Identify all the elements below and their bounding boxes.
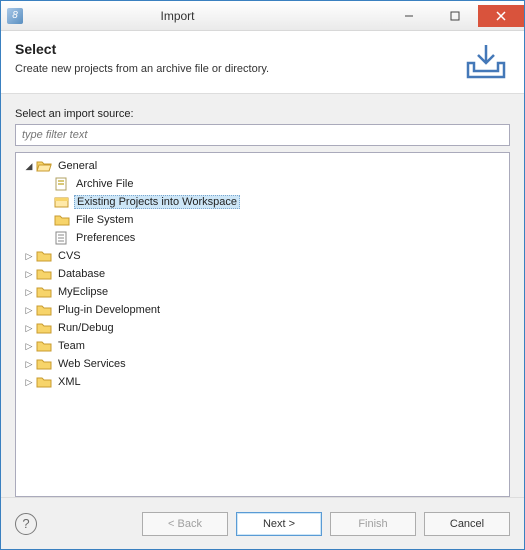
folder-icon <box>36 321 52 335</box>
tree-node-web-services[interactable]: ▷ Web Services <box>18 355 507 373</box>
tree-label: Archive File <box>74 178 135 190</box>
folder-icon <box>36 339 52 353</box>
import-wizard-window: 8 Import Select Create new projects from… <box>0 0 525 550</box>
tree-label: Database <box>56 268 107 280</box>
import-icon <box>458 41 510 81</box>
collapse-icon[interactable]: ◢ <box>22 161 36 172</box>
back-button[interactable]: < Back <box>142 512 228 536</box>
wizard-header-text: Select Create new projects from an archi… <box>15 41 450 75</box>
tree-label: Team <box>56 340 87 352</box>
wizard-heading: Select <box>15 41 450 57</box>
expand-icon[interactable]: ▷ <box>22 269 36 280</box>
tree-label: MyEclipse <box>56 286 110 298</box>
preferences-icon <box>54 231 70 245</box>
button-bar: ? < Back Next > Finish Cancel <box>1 497 524 549</box>
help-button[interactable]: ? <box>15 513 37 535</box>
tree-label: General <box>56 160 99 172</box>
open-folder-icon <box>36 159 52 173</box>
close-button[interactable] <box>478 5 524 27</box>
titlebar: 8 Import <box>1 1 524 31</box>
tree-node-database[interactable]: ▷ Database <box>18 265 507 283</box>
filter-input[interactable] <box>15 124 510 146</box>
tree-node-xml[interactable]: ▷ XML <box>18 373 507 391</box>
minimize-icon <box>404 11 414 21</box>
expand-icon[interactable]: ▷ <box>22 377 36 388</box>
folder-icon <box>36 357 52 371</box>
window-title: Import <box>0 9 386 23</box>
folder-icon <box>36 303 52 317</box>
tree-label: CVS <box>56 250 83 262</box>
wizard-body: Select an import source: ◢ General Archi… <box>1 94 524 497</box>
tree-label: Run/Debug <box>56 322 116 334</box>
tree-node-myeclipse[interactable]: ▷ MyEclipse <box>18 283 507 301</box>
window-controls <box>386 5 524 27</box>
tree-node-plugin-dev[interactable]: ▷ Plug-in Development <box>18 301 507 319</box>
expand-icon[interactable]: ▷ <box>22 305 36 316</box>
tree-node-archive-file[interactable]: Archive File <box>18 175 507 193</box>
tree-label: File System <box>74 214 135 226</box>
source-label: Select an import source: <box>15 108 510 120</box>
folder-icon <box>36 267 52 281</box>
folder-icon <box>54 213 70 227</box>
cancel-button[interactable]: Cancel <box>424 512 510 536</box>
tree-label: XML <box>56 376 83 388</box>
expand-icon[interactable]: ▷ <box>22 341 36 352</box>
minimize-button[interactable] <box>386 5 432 27</box>
wizard-header: Select Create new projects from an archi… <box>1 31 524 94</box>
tree-node-cvs[interactable]: ▷ CVS <box>18 247 507 265</box>
finish-button[interactable]: Finish <box>330 512 416 536</box>
maximize-button[interactable] <box>432 5 478 27</box>
tree-label: Existing Projects into Workspace <box>74 195 240 209</box>
expand-icon[interactable]: ▷ <box>22 251 36 262</box>
archive-file-icon <box>54 177 70 191</box>
tree-label: Web Services <box>56 358 128 370</box>
tree-node-general[interactable]: ◢ General <box>18 157 507 175</box>
project-icon <box>54 195 70 209</box>
expand-icon[interactable]: ▷ <box>22 359 36 370</box>
import-source-tree[interactable]: ◢ General Archive File Existing Projects… <box>15 152 510 497</box>
tree-node-run-debug[interactable]: ▷ Run/Debug <box>18 319 507 337</box>
wizard-description: Create new projects from an archive file… <box>15 63 450 75</box>
close-icon <box>496 11 506 21</box>
folder-icon <box>36 285 52 299</box>
tree-node-preferences[interactable]: Preferences <box>18 229 507 247</box>
expand-icon[interactable]: ▷ <box>22 323 36 334</box>
help-icon: ? <box>22 516 29 531</box>
folder-icon <box>36 375 52 389</box>
tree-node-file-system[interactable]: File System <box>18 211 507 229</box>
tree-node-team[interactable]: ▷ Team <box>18 337 507 355</box>
tree-node-existing-projects[interactable]: Existing Projects into Workspace <box>18 193 507 211</box>
tree-label: Preferences <box>74 232 137 244</box>
tree-label: Plug-in Development <box>56 304 162 316</box>
folder-icon <box>36 249 52 263</box>
maximize-icon <box>450 11 460 21</box>
next-button[interactable]: Next > <box>236 512 322 536</box>
expand-icon[interactable]: ▷ <box>22 287 36 298</box>
